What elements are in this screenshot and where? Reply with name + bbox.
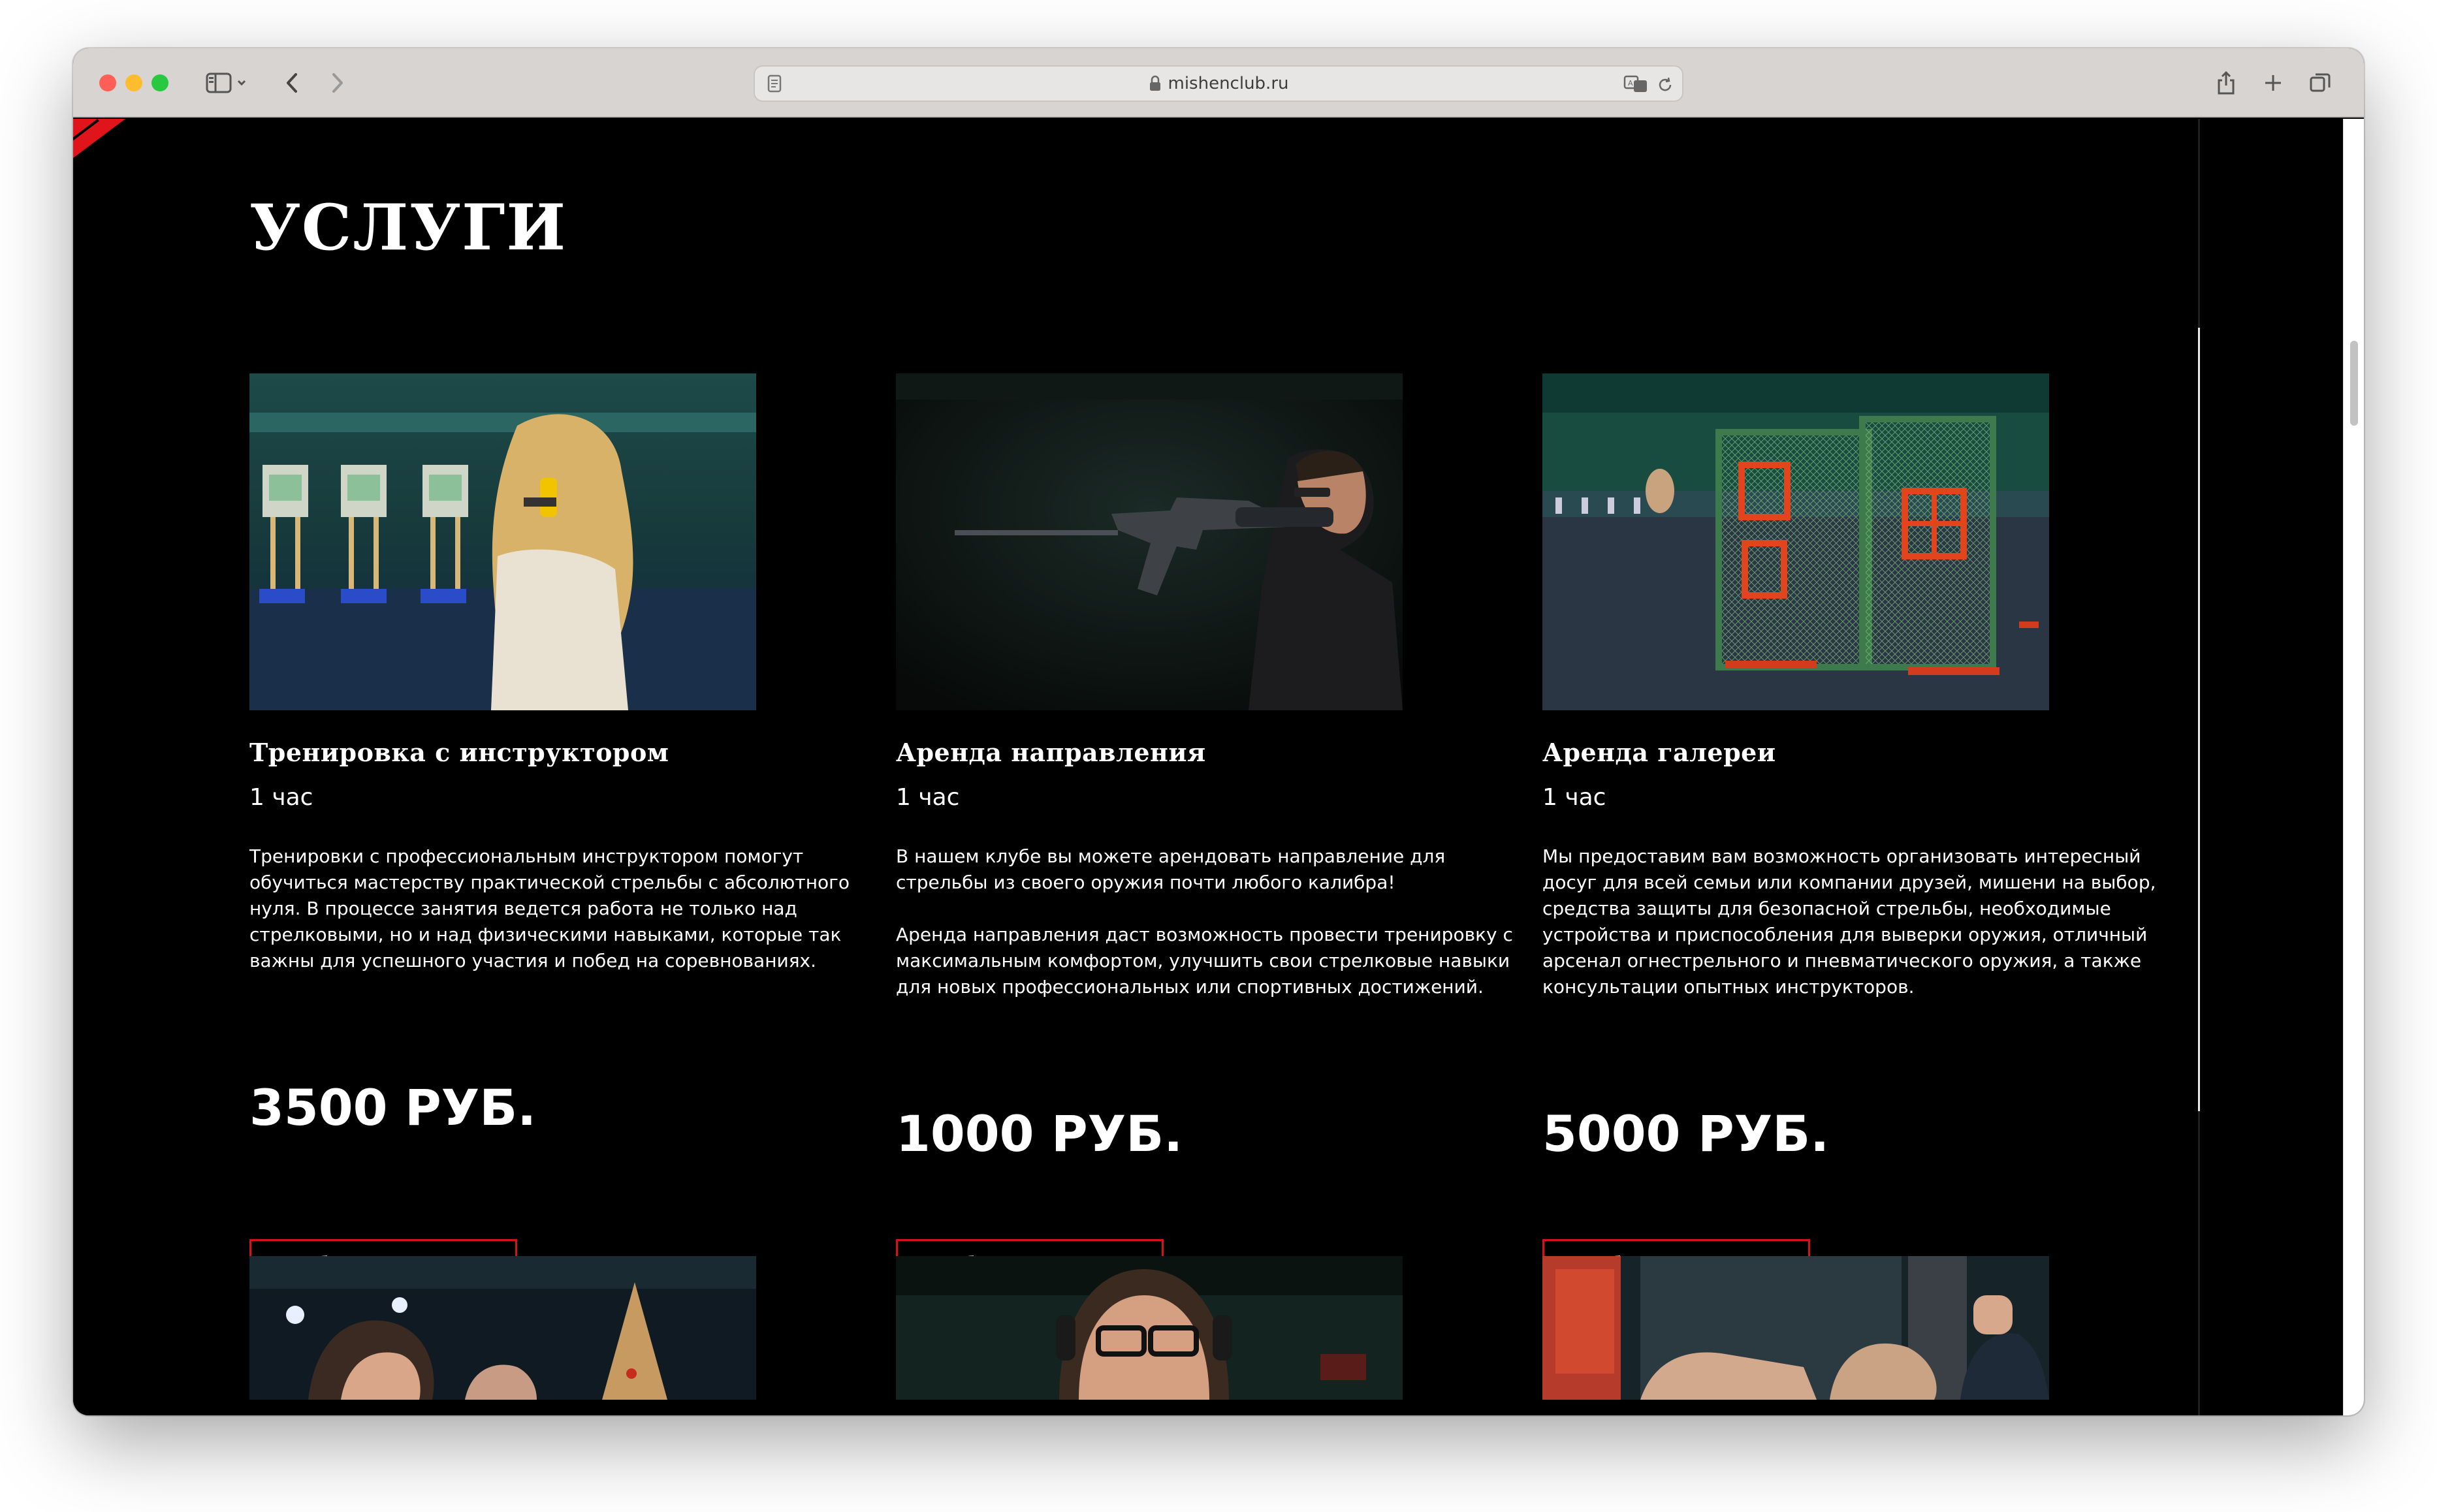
service-duration: 1 час bbox=[896, 784, 960, 811]
corner-decoration bbox=[73, 119, 125, 158]
section-title: УСЛУГИ bbox=[249, 191, 567, 264]
tab-overview-button[interactable] bbox=[2304, 67, 2336, 99]
translate-icon[interactable]: A bbox=[1623, 74, 1649, 94]
lane-rental-image bbox=[896, 373, 1403, 710]
zoom-window-button[interactable] bbox=[151, 74, 168, 91]
service-price: 5000 РУБ. bbox=[1542, 1105, 1830, 1163]
group-training-image bbox=[249, 1256, 756, 1400]
service-description-paragraph: Тренировки с профессиональным инструктор… bbox=[249, 845, 850, 971]
reload-icon[interactable] bbox=[1656, 76, 1674, 94]
chevron-left-icon bbox=[287, 73, 297, 93]
gallery-rental-image bbox=[1542, 373, 2049, 710]
service-duration: 1 час bbox=[1542, 784, 1606, 811]
service-name: Аренда галереи bbox=[1542, 738, 1776, 767]
service-duration: 1 час bbox=[249, 784, 313, 811]
service-price: 1000 РУБ. bbox=[896, 1105, 1183, 1163]
service-name: Аренда направления bbox=[896, 738, 1206, 767]
svg-text:A: A bbox=[1628, 79, 1633, 87]
instructor-training-image bbox=[249, 373, 756, 710]
forward-button[interactable] bbox=[321, 67, 354, 99]
back-button[interactable] bbox=[276, 67, 308, 99]
service-description: Мы предоставим вам возможность организов… bbox=[1542, 843, 2163, 1000]
service-name: Тренировка с инструктором bbox=[249, 738, 669, 767]
page-scrollbar[interactable] bbox=[2343, 119, 2364, 1415]
sidebar-icon bbox=[206, 72, 246, 93]
url-text: mishenclub.ru bbox=[1168, 74, 1289, 93]
chevron-right-icon bbox=[332, 73, 343, 93]
browser-toolbar: mishenclub.ru A bbox=[73, 48, 2364, 118]
service-description-paragraph: Аренда направления даст возможность пров… bbox=[896, 924, 1513, 998]
service-photo bbox=[1542, 373, 2049, 710]
service-photo bbox=[1542, 1256, 2049, 1400]
service-description-paragraph: Мы предоставим вам возможность организов… bbox=[1542, 845, 2156, 998]
sidebar-toggle-button[interactable] bbox=[201, 67, 253, 99]
instructor-portrait-image bbox=[896, 1256, 1403, 1400]
lock-icon bbox=[1149, 75, 1160, 91]
service-photo bbox=[896, 373, 1403, 710]
web-page: УСЛУГИ Тренировка с инструктором 1 час Т… bbox=[73, 119, 2343, 1415]
browser-window: mishenclub.ru A УСЛУГИ Тренировка с инст… bbox=[73, 48, 2364, 1415]
service-description: Тренировки с профессиональным инструктор… bbox=[249, 843, 870, 974]
share-icon bbox=[2218, 71, 2235, 95]
service-photo bbox=[249, 373, 756, 710]
group-shooting-image bbox=[1542, 1256, 2049, 1400]
tabs-icon bbox=[2310, 73, 2331, 92]
address-bar[interactable]: mishenclub.ru A bbox=[754, 65, 1683, 102]
side-divider bbox=[2198, 119, 2200, 1415]
service-photo bbox=[896, 1256, 1403, 1400]
service-card: Аренда направления 1 час В нашем клубе в… bbox=[896, 373, 1516, 1294]
service-photo bbox=[249, 1256, 756, 1400]
service-description: В нашем клубе вы можете арендовать напра… bbox=[896, 843, 1516, 1000]
plus-icon bbox=[2265, 75, 2281, 91]
new-tab-button[interactable] bbox=[2257, 67, 2289, 99]
minimize-window-button[interactable] bbox=[125, 74, 142, 91]
share-button[interactable] bbox=[2210, 67, 2242, 99]
service-card: Аренда галереи 1 час Мы предоставим вам … bbox=[1542, 373, 2163, 1294]
close-window-button[interactable] bbox=[99, 74, 116, 91]
side-divider-highlight bbox=[2198, 328, 2200, 1111]
service-card: Тренировка с инструктором 1 час Трениров… bbox=[249, 373, 870, 1294]
service-description-paragraph: В нашем клубе вы можете арендовать напра… bbox=[896, 845, 1446, 893]
scrollbar-thumb[interactable] bbox=[2350, 341, 2358, 426]
service-price: 3500 РУБ. bbox=[249, 1079, 537, 1137]
url-display: mishenclub.ru bbox=[755, 67, 1682, 101]
